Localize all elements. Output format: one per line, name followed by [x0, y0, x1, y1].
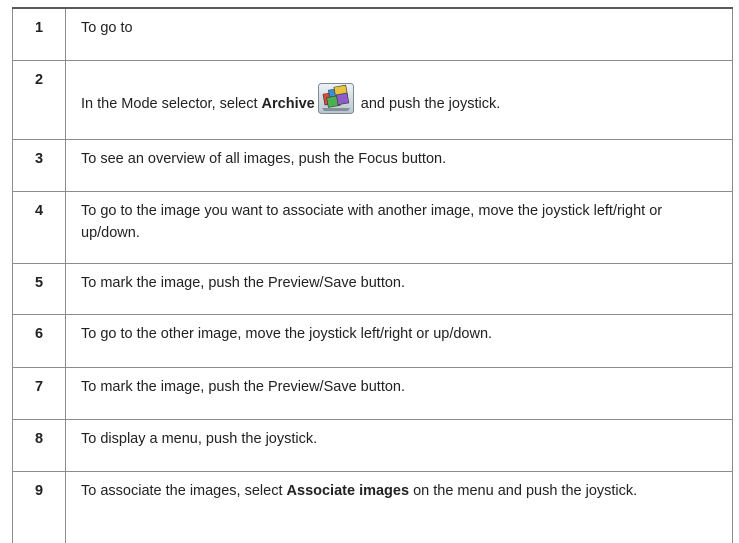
step-row: 2 In the Mode selector, select Archive [13, 61, 733, 140]
step-text: To go to the image you want to associate… [66, 192, 733, 264]
step-row: 4 To go to the image you want to associa… [13, 192, 733, 264]
step-text-after: on the menu and push the joystick. [409, 483, 637, 499]
archive-mode-icon [318, 83, 354, 114]
step-text: To mark the image, push the Preview/Save… [66, 368, 733, 420]
mode-name-archive: Archive [262, 96, 315, 112]
step-row: 6 To go to the other image, move the joy… [13, 315, 733, 368]
step-text: To mark the image, push the Preview/Save… [66, 264, 733, 315]
step-text: To go to [66, 8, 733, 61]
step-text: In the Mode selector, select Archive [66, 61, 733, 140]
menu-item-associate-images: Associate images [287, 483, 410, 499]
step-number: 8 [13, 420, 66, 472]
step-number: 5 [13, 264, 66, 315]
step-number: 7 [13, 368, 66, 420]
step-row: 1 To go to [13, 8, 733, 61]
step-row: 3 To see an overview of all images, push… [13, 140, 733, 192]
step-row: 5 To mark the image, push the Preview/Sa… [13, 264, 733, 315]
step-row: 8 To display a menu, push the joystick. [13, 420, 733, 472]
step-number: 2 [13, 61, 66, 140]
step-text: To go to the other image, move the joyst… [66, 315, 733, 368]
step-text: To associate the images, select Associat… [66, 472, 733, 543]
step-text: To display a menu, push the joystick. [66, 420, 733, 472]
step-number: 3 [13, 140, 66, 192]
step-number: 9 [13, 472, 66, 543]
step-number: 6 [13, 315, 66, 368]
step-number: 1 [13, 8, 66, 61]
step-number: 4 [13, 192, 66, 264]
step-text-before: To associate the images, select [81, 483, 287, 499]
instruction-table: 1 To go to 2 In the Mode selector, selec… [12, 7, 733, 543]
step-text-after: and push the joystick. [357, 96, 500, 112]
step-row: 7 To mark the image, push the Preview/Sa… [13, 368, 733, 420]
step-row: 9 To associate the images, select Associ… [13, 472, 733, 543]
step-text-before: In the Mode selector, select [81, 96, 262, 112]
step-text: To see an overview of all images, push t… [66, 140, 733, 192]
